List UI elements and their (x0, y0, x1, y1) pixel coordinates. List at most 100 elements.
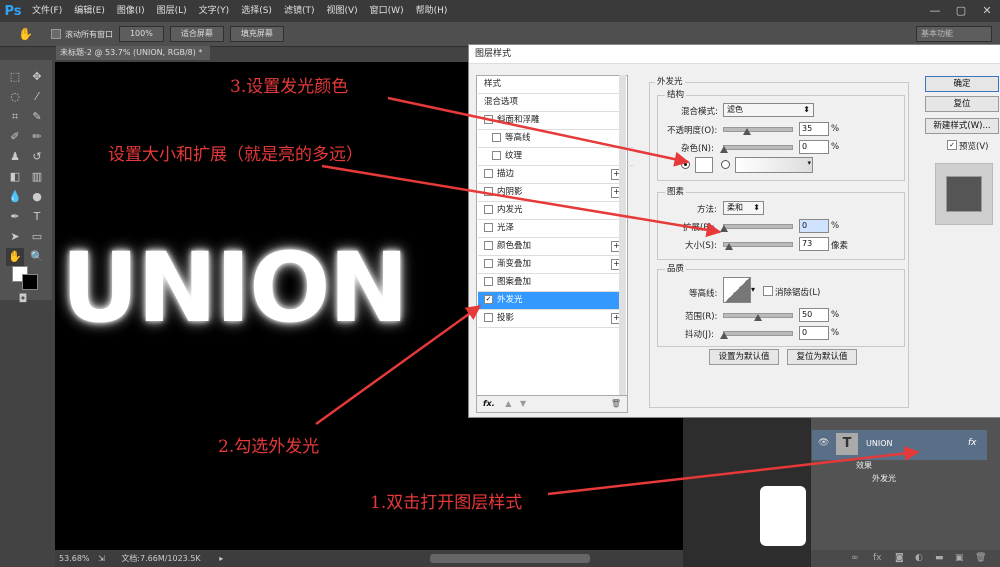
menu-select[interactable]: 选择(S) (235, 0, 278, 22)
dodge-tool-icon[interactable]: ● (28, 188, 46, 206)
layer-row-union[interactable]: 👁 T UNION fx (812, 430, 987, 460)
layer-effect-outer-glow[interactable]: 外发光 (872, 473, 896, 484)
new-style-button[interactable]: 新建样式(W)... (925, 118, 999, 134)
trash-icon[interactable]: 🗑 (975, 553, 986, 563)
style-checkbox[interactable] (484, 223, 493, 232)
delete-effect-icon[interactable]: 🗑 (611, 396, 621, 412)
opacity-slider-thumb[interactable] (743, 128, 751, 135)
eraser-icon[interactable]: ◧ (6, 168, 24, 186)
color-radio-selected[interactable] (681, 160, 690, 169)
glow-color-swatch[interactable] (695, 157, 713, 173)
style-row-texture[interactable]: 纹理 (478, 148, 634, 166)
blend-mode-select[interactable]: 滤色 ⬍ (723, 103, 814, 117)
noise-input[interactable]: 0 (799, 140, 829, 154)
glow-gradient-picker[interactable]: ▾ (735, 157, 813, 173)
style-checkbox[interactable] (484, 187, 493, 196)
marquee-tool-icon[interactable]: ⬚ (6, 68, 24, 86)
eye-icon[interactable]: 👁 (818, 438, 829, 448)
workspace-select[interactable]: 基本功能 (916, 26, 992, 42)
folder-icon[interactable]: ▬ (935, 553, 944, 563)
type-tool-icon[interactable]: T (28, 208, 46, 226)
range-slider-thumb[interactable] (754, 314, 762, 321)
style-checkbox-checked[interactable]: ✓ (484, 295, 493, 304)
noise-slider-thumb[interactable] (720, 146, 728, 153)
jitter-slider[interactable] (723, 331, 793, 336)
healing-brush-icon[interactable]: ✐ (6, 128, 24, 146)
move-tool-icon[interactable]: ✥ (28, 68, 46, 86)
technique-select[interactable]: 柔和 ⬍ (723, 201, 764, 215)
magic-wand-icon[interactable]: ⁄ (28, 88, 46, 106)
style-row-pattern-overlay[interactable]: 图案叠加 (478, 274, 626, 292)
gradient-tool-icon[interactable]: ▥ (28, 168, 46, 186)
blur-tool-icon[interactable]: 💧 (6, 188, 24, 206)
noise-slider[interactable] (723, 145, 793, 150)
zoom-100-button[interactable]: 100% (118, 26, 164, 42)
path-select-icon[interactable]: ➤ (6, 228, 24, 246)
history-brush-icon[interactable]: ↺ (28, 148, 46, 166)
styles-list-scrollbar[interactable] (619, 75, 626, 395)
adjustment-icon[interactable]: ◐ (915, 553, 923, 563)
style-row-blending-options[interactable]: 混合选项 (478, 94, 626, 112)
style-checkbox[interactable] (484, 313, 493, 322)
size-slider-thumb[interactable] (725, 243, 733, 250)
style-row-gradient-overlay[interactable]: 渐变叠加 + (478, 256, 626, 274)
spread-input[interactable]: 0 (799, 219, 829, 233)
style-row-inner-shadow[interactable]: 内阴影 + (478, 184, 626, 202)
range-input[interactable]: 50 (799, 308, 829, 322)
ok-button[interactable]: 确定 (925, 76, 999, 92)
size-slider[interactable] (723, 242, 793, 247)
horizontal-scrollbar[interactable] (430, 554, 590, 563)
brush-tool-icon[interactable]: ✏ (28, 128, 46, 146)
move-down-icon[interactable]: ▼ (520, 399, 526, 408)
menu-edit[interactable]: 编辑(E) (68, 0, 111, 22)
fx-menu-icon[interactable]: fx. (483, 399, 495, 408)
style-row-stroke[interactable]: 描边 + (478, 166, 626, 184)
move-up-icon[interactable]: ▲ (505, 399, 511, 408)
size-input[interactable]: 73 (799, 237, 829, 251)
dropdown-arrow-icon[interactable]: ▾ (751, 285, 755, 294)
antialias-checkbox[interactable] (763, 286, 773, 296)
zoom-readout[interactable]: 53.68% (59, 554, 90, 563)
make-default-button[interactable]: 设置为默认值 (709, 349, 779, 365)
quick-mask-icon[interactable]: ◘ (14, 290, 32, 308)
menu-filter[interactable]: 滤镜(T) (278, 0, 321, 22)
style-row-inner-glow[interactable]: 内发光 (478, 202, 626, 220)
menu-layer[interactable]: 图层(L) (151, 0, 193, 22)
fx-icon[interactable]: fx (873, 553, 882, 563)
menu-help[interactable]: 帮助(H) (410, 0, 454, 22)
style-row-drop-shadow[interactable]: 投影 + (478, 310, 626, 328)
style-row-contour[interactable]: 等高线 (478, 130, 634, 148)
link-layers-icon[interactable]: ∞ (851, 553, 859, 563)
style-checkbox[interactable] (484, 259, 493, 268)
eyedropper-icon[interactable]: ✎ (28, 108, 46, 126)
background-color-swatch[interactable] (22, 274, 38, 290)
zoom-tool-icon[interactable]: 🔍 (28, 248, 46, 266)
close-icon[interactable]: ✕ (974, 0, 1000, 22)
layer-fx-badge[interactable]: fx (968, 438, 977, 448)
lasso-tool-icon[interactable]: ◌ (6, 88, 24, 106)
document-tab[interactable]: 未标题-2 @ 53.7% (UNION, RGB/8) * (56, 46, 210, 60)
style-checkbox[interactable] (484, 205, 493, 214)
style-row-outer-glow[interactable]: ✓ 外发光 (478, 292, 626, 310)
reset-button[interactable]: 复位 (925, 96, 999, 112)
status-menu-arrow-icon[interactable]: ▸ (219, 554, 223, 563)
style-checkbox[interactable] (484, 241, 493, 250)
spread-slider[interactable] (723, 224, 793, 229)
style-checkbox[interactable] (484, 277, 493, 286)
fit-screen-button[interactable]: 适合屏幕 (169, 26, 224, 42)
gradient-radio[interactable] (721, 160, 730, 169)
style-row-bevel[interactable]: 斜面和浮雕 (478, 112, 626, 130)
style-row-satin[interactable]: 光泽 (478, 220, 626, 238)
minimize-icon[interactable]: — (922, 0, 948, 22)
stamp-tool-icon[interactable]: ♟ (6, 148, 24, 166)
new-layer-icon[interactable]: ▣ (955, 553, 964, 563)
opacity-input[interactable]: 35 (799, 122, 829, 136)
pen-tool-icon[interactable]: ✒ (6, 208, 24, 226)
fill-screen-button[interactable]: 填充屏幕 (229, 26, 284, 42)
crop-tool-icon[interactable]: ⌗ (6, 108, 24, 126)
opacity-slider[interactable] (723, 127, 793, 132)
style-row-styles[interactable]: 样式 (478, 76, 626, 94)
style-row-color-overlay[interactable]: 颜色叠加 + (478, 238, 626, 256)
maximize-icon[interactable]: ▢ (948, 0, 974, 22)
preview-checkbox[interactable]: ✓ (947, 140, 957, 150)
